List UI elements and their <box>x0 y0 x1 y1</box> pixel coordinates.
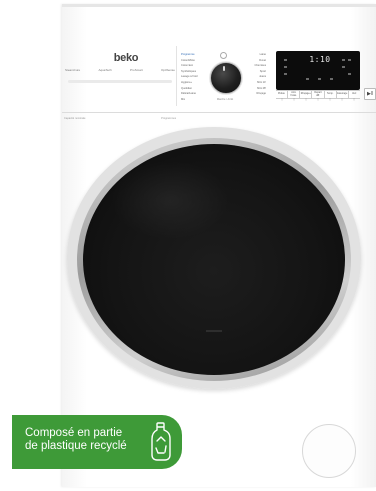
program-item: Rinçage <box>256 92 266 96</box>
function-button[interactable]: Verr. <box>347 91 360 98</box>
program-dial[interactable] <box>210 62 242 94</box>
status-icon <box>342 59 345 61</box>
badge-line: Composé en partie <box>25 427 123 439</box>
panel-sub-labels: Capacité nominale Programmes <box>64 117 176 120</box>
status-icon <box>284 73 287 75</box>
display-status-icons <box>282 56 356 86</box>
feature-badge: AquaTech <box>98 68 112 72</box>
play-pause-icon[interactable]: ▶‖ <box>364 88 376 100</box>
button-mark: ▢ <box>328 98 332 101</box>
function-button[interactable]: Prélav. <box>276 91 287 98</box>
feature-badge: SteamCure <box>65 68 81 72</box>
button-mark: ▢ <box>292 98 296 101</box>
status-icon <box>284 59 287 61</box>
button-mark: ▢ <box>280 98 284 101</box>
badge-line: de plastique recyclé <box>25 440 127 452</box>
control-panel-divider <box>62 112 376 113</box>
status-icon <box>318 78 321 80</box>
feature-badge: OptiSense <box>160 68 175 72</box>
door-glare <box>110 160 230 240</box>
sub-label: Capacité nominale <box>64 117 86 120</box>
status-icon <box>330 78 333 80</box>
button-mark: ▢ <box>316 98 320 101</box>
status-icon <box>348 73 351 75</box>
detergent-drawer-seam <box>176 46 177 106</box>
brand-logo: beko <box>113 52 139 64</box>
feature-badge: ProSmart <box>130 68 143 72</box>
status-icon <box>284 66 287 68</box>
status-icon <box>348 59 351 61</box>
function-button[interactable]: Essorage <box>335 91 348 98</box>
function-button[interactable]: Temp. <box>323 91 336 98</box>
function-button[interactable]: Départ diff. <box>311 91 323 98</box>
recycled-bottle-icon <box>151 422 171 461</box>
badge-text: Composé en partie de plastique recyclé <box>25 427 147 453</box>
button-marks: ▢ ▢ ▢ ▢ ▢ ▢ ▢ <box>276 98 360 102</box>
recycled-plastic-badge: Composé en partie de plastique recyclé <box>12 415 182 469</box>
machine-top-edge <box>62 4 376 7</box>
product-photo: beko SteamCure AquaTech ProSmart OptiSen… <box>0 0 376 491</box>
dial-pointer <box>223 66 225 71</box>
dial-label: Marche / Arrêt <box>216 98 234 101</box>
power-indicator-icon <box>220 52 227 59</box>
status-icon <box>306 78 309 80</box>
service-hatch[interactable] <box>302 424 356 478</box>
status-icon <box>342 66 345 68</box>
function-button[interactable]: Rinçage+ <box>299 91 311 98</box>
feature-badges: SteamCure AquaTech ProSmart OptiSense <box>64 66 176 74</box>
button-mark: ▢ <box>340 98 344 101</box>
sub-label: Programmes <box>161 117 176 120</box>
button-mark: ▢ <box>304 98 308 101</box>
door-logo-mark <box>206 330 222 332</box>
function-button[interactable]: Anti-froiss. <box>287 91 299 98</box>
program-list-right: Laine Duvet Chemises Sport Jeans Mini 14… <box>240 52 266 97</box>
button-mark: ▢ <box>352 98 356 101</box>
detergent-drawer-handle <box>68 80 172 83</box>
